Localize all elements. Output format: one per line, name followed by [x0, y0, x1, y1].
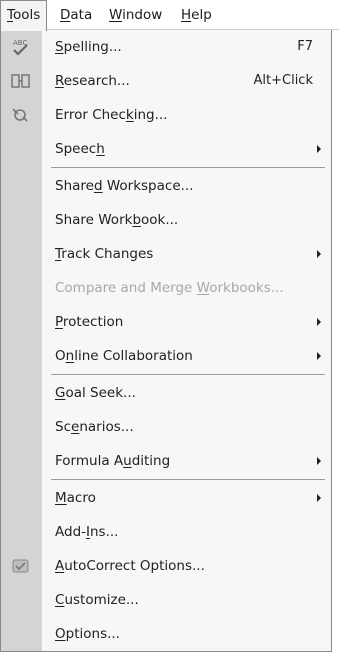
menu-item-label: AutoCorrect Options... — [55, 558, 205, 574]
menu-item-shortcut: Alt+Click — [253, 73, 313, 88]
menu-item-label: Scenarios... — [55, 419, 134, 435]
menu-item-label: Speech — [55, 141, 105, 157]
menu-data[interactable]: Data — [54, 0, 98, 30]
menu-window-rest: indow — [122, 7, 163, 23]
error-checking-icon — [10, 105, 32, 125]
submenu-arrow-icon — [317, 352, 321, 360]
separator — [51, 374, 325, 375]
menu-help-rest: elp — [191, 7, 212, 23]
menu-item-label: Error Checking... — [55, 107, 168, 123]
submenu-arrow-icon — [317, 145, 321, 153]
menu-item-label: Add-Ins... — [55, 524, 119, 540]
menu-tools-rest: ools — [12, 7, 41, 23]
menu-item-add-ins[interactable]: Add-Ins... — [1, 515, 331, 549]
submenu-arrow-icon — [317, 250, 321, 258]
menu-bar: Tools Data Window Help — [0, 0, 339, 31]
menu-item-label: Shared Workspace... — [55, 178, 194, 194]
submenu-arrow-icon — [317, 494, 321, 502]
menu-item-label: Options... — [55, 626, 120, 642]
menu-window[interactable]: Window — [103, 0, 168, 30]
menu-item-online-collaboration[interactable]: Online Collaboration — [1, 339, 331, 373]
menu-item-autocorrect-options[interactable]: AutoCorrect Options... — [1, 549, 331, 583]
autocorrect-icon — [10, 556, 32, 576]
menu-item-label: Protection — [55, 314, 124, 330]
menu-item-customize[interactable]: Customize... — [1, 583, 331, 617]
menu-item-options[interactable]: Options... — [1, 617, 331, 651]
menu-item-scenarios[interactable]: Scenarios... — [1, 410, 331, 444]
menu-item-formula-auditing[interactable]: Formula Auditing — [1, 444, 331, 478]
menu-item-shared-workspace[interactable]: Shared Workspace... — [1, 169, 331, 203]
menu-item-protection[interactable]: Protection — [1, 305, 331, 339]
menu-item-research[interactable]: Research... Alt+Click — [1, 64, 331, 98]
menu-item-share-workbook[interactable]: Share Workbook... — [1, 203, 331, 237]
menu-help[interactable]: Help — [175, 0, 218, 30]
research-icon — [10, 71, 32, 91]
spelling-icon: ABC — [10, 37, 32, 57]
submenu-arrow-icon — [317, 318, 321, 326]
menu-tools[interactable]: Tools — [0, 0, 48, 31]
separator — [51, 479, 325, 480]
menu-data-key: D — [60, 7, 71, 23]
menu-item-label: Research... — [55, 73, 130, 89]
menu-item-speech[interactable]: Speech — [1, 132, 331, 166]
menu-item-label: Macro — [55, 490, 96, 506]
menu-item-label: Track Changes — [55, 246, 154, 262]
separator — [51, 167, 325, 168]
menu-item-label: Compare and Merge Workbooks... — [55, 280, 284, 296]
menu-item-goal-seek[interactable]: Goal Seek... — [1, 376, 331, 410]
menu-window-key: W — [109, 7, 123, 23]
submenu-arrow-icon — [317, 457, 321, 465]
menu-item-macro[interactable]: Macro — [1, 481, 331, 515]
menu-item-error-checking[interactable]: Error Checking... — [1, 98, 331, 132]
menu-item-spelling[interactable]: ABC Spelling... F7 — [1, 30, 331, 64]
menu-item-compare-merge-workbooks: Compare and Merge Workbooks... — [1, 271, 331, 305]
menu-item-label: Goal Seek... — [55, 385, 136, 401]
menu-item-shortcut: F7 — [297, 39, 313, 54]
tools-menu: ABC Spelling... F7 Research... Alt+Click… — [0, 30, 332, 652]
menu-item-label: Customize... — [55, 592, 139, 608]
menu-item-track-changes[interactable]: Track Changes — [1, 237, 331, 271]
menu-data-rest: ata — [70, 7, 93, 23]
menu-item-label: Spelling... — [55, 39, 122, 55]
menu-item-label: Share Workbook... — [55, 212, 179, 228]
menu-item-label: Formula Auditing — [55, 453, 171, 469]
menu-item-label: Online Collaboration — [55, 348, 193, 364]
menu-help-key: H — [181, 7, 192, 23]
